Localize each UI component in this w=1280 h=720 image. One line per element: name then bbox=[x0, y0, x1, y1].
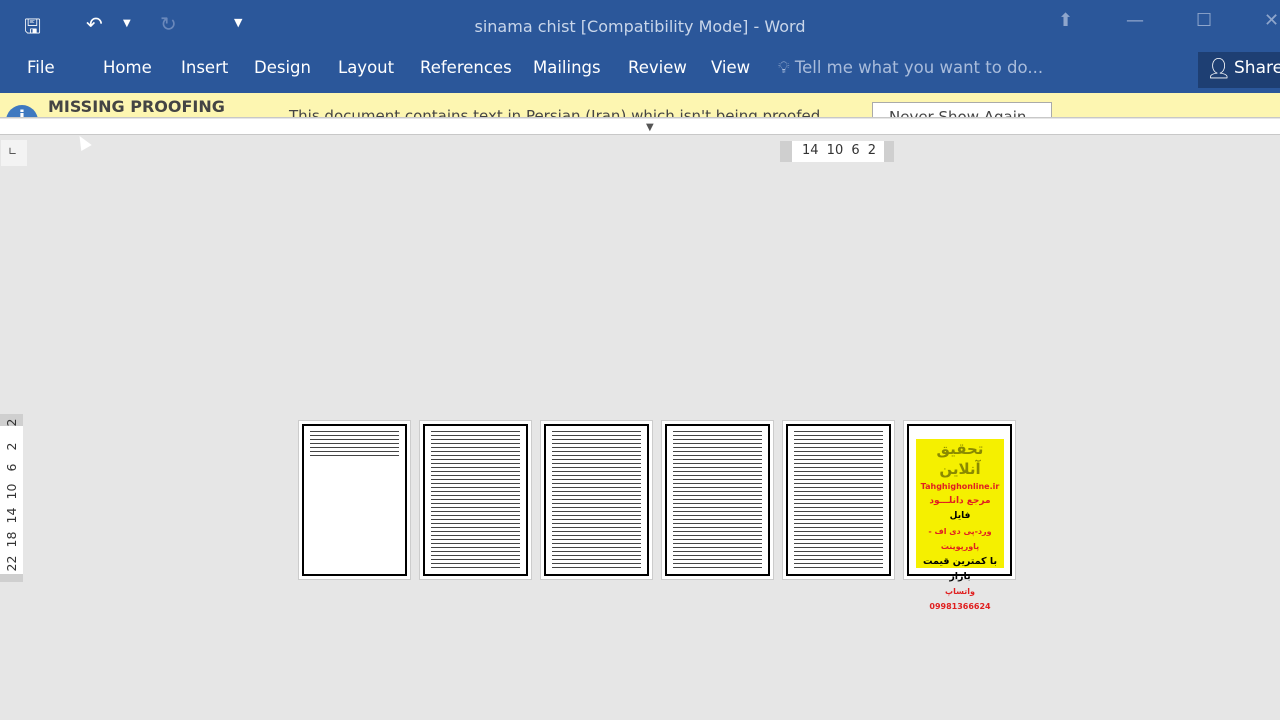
tab-layout[interactable]: Layout bbox=[338, 58, 394, 77]
ruler-label: 14 bbox=[4, 507, 19, 524]
message-text: This document contains text in Persian (… bbox=[289, 107, 826, 118]
page-thumbnail[interactable] bbox=[419, 420, 532, 580]
ribbon-collapse-strip: ▼ bbox=[0, 119, 1280, 135]
tab-design[interactable]: Design bbox=[254, 58, 311, 77]
ad-line: با کمترین قیمت بازار bbox=[922, 556, 998, 582]
ruler-label: 2 bbox=[4, 442, 19, 451]
page-thumbnail[interactable] bbox=[540, 420, 653, 580]
tab-mailings[interactable]: Mailings bbox=[533, 58, 601, 77]
tab-view[interactable]: View bbox=[711, 58, 750, 77]
share-button[interactable]: 👤︎ Share bbox=[1198, 52, 1280, 88]
expand-message-bar-icon[interactable]: ▼ bbox=[646, 122, 654, 133]
tab-home[interactable]: Home bbox=[103, 58, 152, 77]
ad-whatsapp: واتساپ bbox=[945, 587, 975, 596]
share-label: Share bbox=[1234, 58, 1280, 78]
page-thumbnail[interactable] bbox=[661, 420, 774, 580]
ad-phone: 09981366624 bbox=[929, 602, 991, 611]
tell-me-text: Tell me what you want to do... bbox=[794, 58, 1044, 77]
close-icon[interactable]: ✕ bbox=[1264, 10, 1279, 31]
window-title: sinama chist [Compatibility Mode] - Word bbox=[474, 17, 806, 36]
ruler-label: 22 bbox=[4, 555, 19, 572]
ribbon-tabs: File Home Insert Design Layout Reference… bbox=[0, 48, 1280, 93]
tab-review[interactable]: Review bbox=[628, 58, 687, 77]
ad-title: تحقیق آنلاین bbox=[936, 440, 984, 478]
ad-line: مرجع دانلـــود bbox=[929, 496, 991, 506]
tab-selector[interactable]: ∟ bbox=[1, 140, 27, 166]
tab-file[interactable]: File bbox=[27, 58, 55, 77]
vertical-ruler[interactable]: 2 2 6 10 14 18 22 bbox=[0, 414, 23, 582]
never-show-again-button[interactable]: Never Show Again bbox=[872, 102, 1052, 117]
tell-me-box[interactable]: 💡︎ Tell me what you want to do... bbox=[778, 58, 1043, 78]
mouse-cursor bbox=[74, 132, 92, 152]
info-icon: i bbox=[6, 105, 38, 117]
page-thumbnail-ad[interactable]: تحقیق آنلاین Tahghighonline.ir مرجع دانل… bbox=[903, 420, 1016, 611]
page-thumbnail[interactable] bbox=[298, 420, 411, 580]
ribbon-display-icon[interactable]: ⬆ bbox=[1058, 10, 1073, 31]
ruler-label: 2 bbox=[4, 418, 19, 427]
ruler-label: 6 bbox=[4, 463, 19, 472]
title-bar: 🖫 ↶ ▼ ↻ ▼ sinama chist [Compatibility Mo… bbox=[0, 0, 1280, 48]
maximize-icon[interactable]: ☐ bbox=[1196, 10, 1212, 31]
person-add-icon: 👤︎ bbox=[1206, 56, 1232, 80]
horizontal-ruler[interactable]: 14 10 6 2 bbox=[780, 141, 894, 162]
advertisement-image: تحقیق آنلاین Tahghighonline.ir مرجع دانل… bbox=[916, 439, 1004, 611]
tab-insert[interactable]: Insert bbox=[181, 58, 228, 77]
ad-site: Tahghighonline.ir bbox=[920, 482, 1000, 491]
ruler-label: 18 bbox=[4, 531, 19, 548]
minimize-icon[interactable]: — bbox=[1126, 10, 1144, 31]
lightbulb-icon: 💡︎ bbox=[778, 58, 790, 77]
tab-references[interactable]: References bbox=[420, 58, 512, 77]
message-title: MISSING PROOFING bbox=[48, 97, 225, 116]
ad-line: ورد-پی دی اف - پاورپوینت bbox=[928, 527, 992, 551]
ad-line: فایل bbox=[949, 511, 971, 521]
page-thumbnail[interactable] bbox=[782, 420, 895, 580]
ruler-label: 10 bbox=[4, 483, 19, 500]
message-bar: i MISSING PROOFING This document contain… bbox=[0, 93, 1280, 118]
